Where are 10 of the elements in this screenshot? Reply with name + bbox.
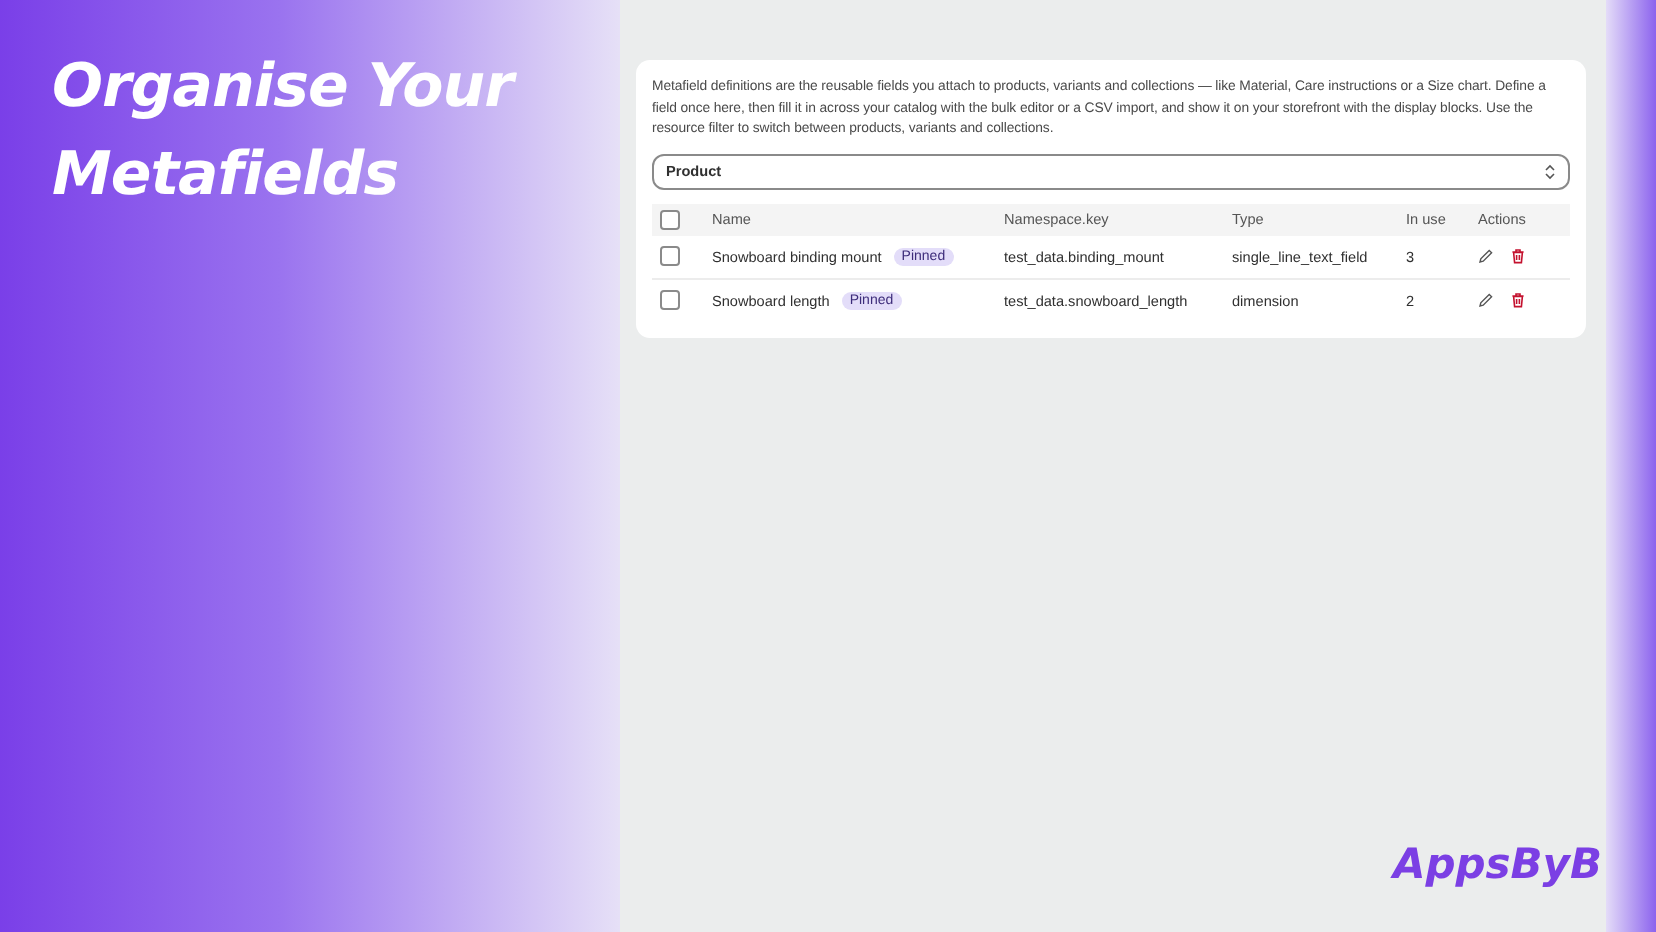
checkbox[interactable] [660,246,680,266]
chevron-updown-icon [1544,163,1556,179]
brand-logo: AppsByB [1392,840,1602,888]
edit-icon[interactable] [1478,248,1494,264]
delete-icon[interactable] [1510,292,1526,308]
checkbox[interactable] [660,290,680,310]
edit-icon[interactable] [1478,292,1494,308]
checkbox[interactable] [660,209,680,229]
delete-icon[interactable] [1510,248,1526,264]
headline: Organise Your Metafields [52,50,519,214]
